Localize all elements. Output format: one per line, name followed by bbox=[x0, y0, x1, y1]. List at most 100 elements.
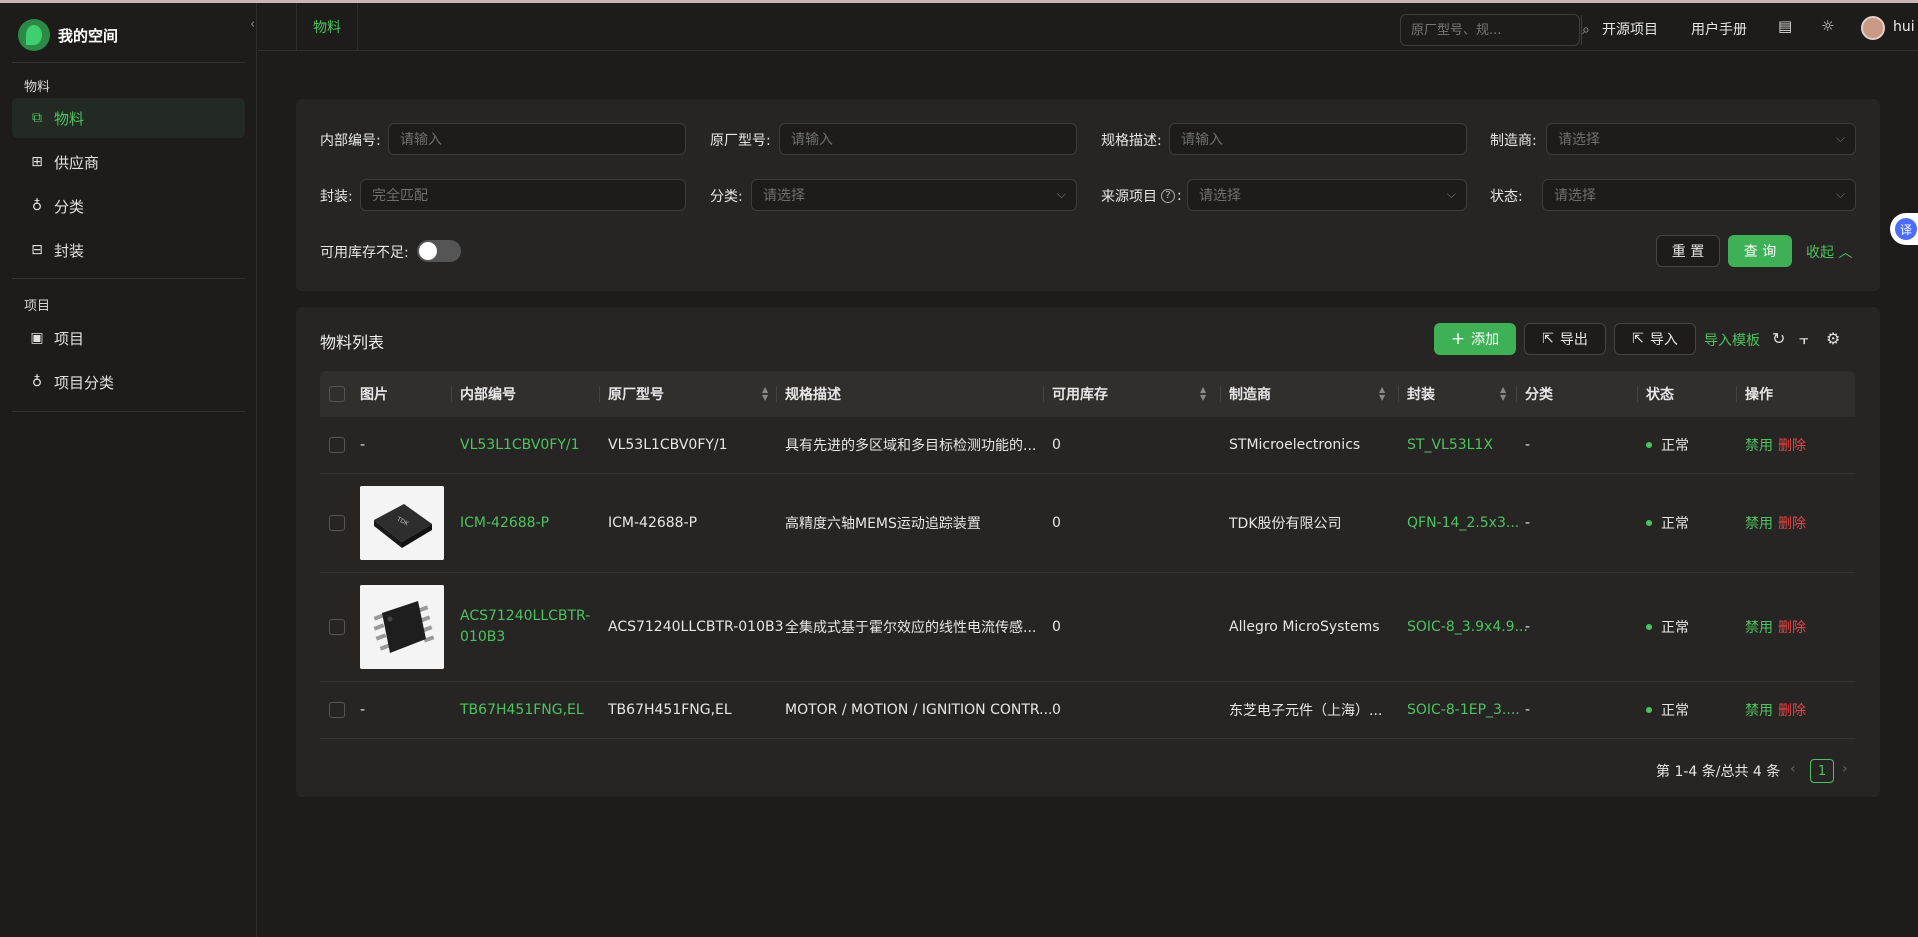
cell-package[interactable]: SOIC-8_3.9x4.9... bbox=[1407, 573, 1528, 681]
part-image-qfn[interactable]: TDK bbox=[360, 486, 444, 560]
category-select[interactable]: 请选择 ⌵ bbox=[751, 179, 1077, 211]
disable-link[interactable]: 禁用 bbox=[1745, 474, 1773, 572]
column-label: 封装 bbox=[1407, 387, 1435, 403]
query-button[interactable]: 查 询 bbox=[1728, 235, 1792, 267]
delete-link[interactable]: 删除 bbox=[1778, 682, 1806, 738]
sidebar-item-label: 封装 bbox=[54, 241, 85, 260]
avatar[interactable] bbox=[1861, 16, 1885, 40]
screen-icon[interactable]: ▤ bbox=[1778, 17, 1792, 35]
sidebar-item-supplier[interactable]: ⊞ 供应商 bbox=[12, 142, 245, 182]
supplier-icon: ⊞ bbox=[31, 154, 43, 170]
page-number-button[interactable]: 1 bbox=[1810, 759, 1834, 783]
app-logo[interactable]: 我的空间 bbox=[18, 19, 118, 51]
disable-link[interactable]: 禁用 bbox=[1745, 573, 1773, 681]
cell-manufacturer: STMicroelectronics bbox=[1229, 437, 1361, 453]
sort-icon[interactable]: ▲ ▼ bbox=[1379, 386, 1385, 402]
material-list-panel: 物料列表 + 添加 ⇱ 导出 ⇱ 导入 导入模板 ↻ ⫟ ⚙ 图片 内部编号 原… bbox=[296, 307, 1880, 797]
internal-no-input[interactable]: 请输入 bbox=[388, 123, 686, 155]
category-label: 分类: bbox=[710, 189, 743, 205]
column-header-manufacturer[interactable]: 制造商 bbox=[1220, 371, 1271, 417]
open-source-link[interactable]: 开源项目 bbox=[1602, 19, 1658, 39]
cell-internal-no[interactable]: ACS71240LLCBTR-010B3 bbox=[460, 606, 590, 648]
column-separator bbox=[599, 386, 600, 402]
category-icon: ♁ bbox=[31, 198, 43, 214]
cell-internal-no[interactable]: TB67H451FNG,EL bbox=[460, 682, 584, 738]
search-icon[interactable]: ⌕ bbox=[1581, 15, 1590, 45]
sidebar-collapse-icon[interactable]: ‹ bbox=[250, 17, 255, 32]
sidebar-item-material[interactable]: ⧉ 物料 bbox=[12, 98, 245, 138]
low-stock-toggle[interactable] bbox=[417, 240, 461, 262]
sort-icon[interactable]: ▲ ▼ bbox=[1200, 386, 1206, 402]
select-placeholder: 请选择 bbox=[1554, 188, 1596, 204]
disable-link[interactable]: 禁用 bbox=[1745, 417, 1773, 473]
tab-material[interactable]: 物料 bbox=[296, 3, 358, 51]
add-button[interactable]: + 添加 bbox=[1434, 323, 1516, 355]
sidebar-item-category[interactable]: ♁ 分类 bbox=[12, 186, 245, 226]
table-row[interactable]: - VL53L1CBV0FY/1 VL53L1CBV0FY/1 具有先进的多区域… bbox=[320, 417, 1855, 474]
sidebar-item-project[interactable]: ▣ 项目 bbox=[12, 318, 245, 358]
add-label: 添加 bbox=[1471, 332, 1500, 348]
column-header-mfr-part[interactable]: 原厂型号 bbox=[599, 371, 664, 417]
table-row[interactable]: ACS71240LLCBTR-010B3 ACS71240LLCBTR-010B… bbox=[320, 573, 1855, 682]
mfr-part-label: 原厂型号: bbox=[710, 133, 771, 149]
cell-internal-no[interactable]: ICM-42688-P bbox=[460, 474, 549, 572]
prev-page-icon[interactable]: ‹ bbox=[1790, 761, 1796, 777]
column-separator bbox=[1516, 386, 1517, 402]
select-all-checkbox[interactable] bbox=[329, 386, 345, 402]
sort-icon[interactable]: ▲ ▼ bbox=[762, 386, 768, 402]
help-icon[interactable]: ? bbox=[1161, 189, 1175, 203]
source-project-select[interactable]: 请选择 ⌵ bbox=[1187, 179, 1467, 211]
chevron-down-icon: ⌵ bbox=[1056, 187, 1066, 201]
table-row[interactable]: TDK ICM-42688-P ICM-42688-P 高精度六轴MEMS运动追… bbox=[320, 474, 1855, 573]
package-input[interactable]: 完全匹配 bbox=[360, 179, 686, 211]
cell-status: 正常 bbox=[1646, 573, 1689, 681]
app-title: 我的空间 bbox=[58, 26, 119, 45]
spec-input[interactable]: 请输入 bbox=[1169, 123, 1467, 155]
translate-widget[interactable]: 译 bbox=[1890, 213, 1918, 245]
cell-stock: 0 bbox=[1052, 619, 1061, 635]
row-checkbox[interactable] bbox=[329, 515, 345, 531]
cell-spec: 全集成式基于霍尔效应的线性电流传感... bbox=[785, 620, 1037, 636]
cell-category: - bbox=[1525, 702, 1531, 718]
theme-toggle-icon[interactable]: ☼ bbox=[1821, 17, 1834, 35]
disable-link[interactable]: 禁用 bbox=[1745, 682, 1773, 738]
row-checkbox[interactable] bbox=[329, 437, 345, 453]
sidebar-item-package[interactable]: ⊟ 封装 bbox=[12, 230, 245, 270]
export-button[interactable]: ⇱ 导出 bbox=[1524, 323, 1606, 355]
table-row[interactable]: - TB67H451FNG,EL TB67H451FNG,EL MOTOR / … bbox=[320, 682, 1855, 739]
refresh-icon[interactable]: ↻ bbox=[1772, 329, 1785, 348]
search-input[interactable] bbox=[1401, 15, 1581, 45]
sidebar-item-project-category[interactable]: ♁ 项目分类 bbox=[12, 362, 245, 402]
cell-internal-no[interactable]: VL53L1CBV0FY/1 bbox=[460, 417, 580, 473]
column-header-stock[interactable]: 可用库存 bbox=[1043, 371, 1108, 417]
import-template-link[interactable]: 导入模板 bbox=[1704, 330, 1760, 350]
user-manual-link[interactable]: 用户手册 bbox=[1691, 19, 1747, 39]
spec-label: 规格描述: bbox=[1101, 133, 1162, 149]
density-icon[interactable]: ⫟ bbox=[1799, 329, 1809, 349]
user-name[interactable]: hui bbox=[1893, 19, 1915, 35]
plus-icon: + bbox=[1450, 329, 1466, 349]
row-checkbox[interactable] bbox=[329, 702, 345, 718]
import-button[interactable]: ⇱ 导入 bbox=[1614, 323, 1696, 355]
next-page-icon[interactable]: › bbox=[1842, 761, 1848, 777]
column-label: 可用库存 bbox=[1052, 387, 1108, 403]
sort-icon[interactable]: ▲ ▼ bbox=[1500, 386, 1506, 402]
cell-package[interactable]: QFN-14_2.5x3... bbox=[1407, 474, 1519, 572]
delete-link[interactable]: 删除 bbox=[1778, 417, 1806, 473]
reset-button[interactable]: 重 置 bbox=[1656, 235, 1720, 267]
cell-package[interactable]: SOIC-8-1EP_3.... bbox=[1407, 682, 1520, 738]
collapse-link[interactable]: 收起 ︿ bbox=[1806, 242, 1852, 262]
status-select[interactable]: 请选择 ⌵ bbox=[1542, 179, 1856, 211]
low-stock-label: 可用库存不足: bbox=[320, 245, 409, 261]
manufacturer-select[interactable]: 请选择 ⌵ bbox=[1546, 123, 1856, 155]
column-header-internal-no[interactable]: 内部编号 bbox=[451, 371, 516, 417]
settings-icon[interactable]: ⚙ bbox=[1826, 329, 1840, 348]
row-checkbox[interactable] bbox=[329, 619, 345, 635]
status-text: 正常 bbox=[1661, 620, 1689, 636]
mfr-part-input[interactable]: 请输入 bbox=[779, 123, 1077, 155]
cell-package[interactable]: ST_VL53L1X bbox=[1407, 417, 1493, 473]
part-image-soic[interactable] bbox=[360, 585, 444, 669]
delete-link[interactable]: 删除 bbox=[1778, 573, 1806, 681]
delete-link[interactable]: 删除 bbox=[1778, 474, 1806, 572]
column-header-package[interactable]: 封装 bbox=[1398, 371, 1435, 417]
